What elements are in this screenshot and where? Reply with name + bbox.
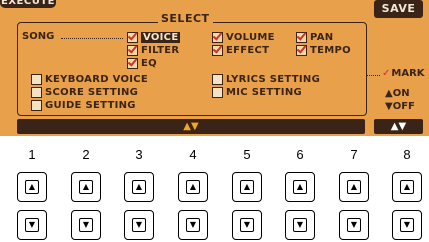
mark-text: MARK (391, 68, 425, 79)
button-number-3: 3 (135, 147, 143, 162)
voice-checkbox[interactable] (127, 31, 138, 43)
mic-setting-checkbox[interactable] (212, 86, 223, 98)
arrow-down-icon: ▼ (79, 218, 93, 232)
button-4-up[interactable]: ▲ (178, 172, 208, 202)
arrow-up-icon: ▲ (240, 180, 254, 194)
button-number-5: 5 (243, 147, 251, 162)
arrow-down-icon: ▼ (25, 218, 39, 232)
button-number-7: 7 (350, 147, 358, 162)
arrow-up-icon: ▲ (79, 180, 93, 194)
arrow-up-icon: ▲ (400, 180, 414, 194)
option-voice-label: VOICE (141, 31, 181, 43)
effect-checkbox[interactable] (212, 44, 223, 56)
button-4-down[interactable]: ▼ (178, 210, 208, 240)
arrow-down-icon: ▼ (186, 218, 200, 232)
option-voice[interactable]: VOICE (127, 31, 181, 43)
tempo-checkbox[interactable] (296, 44, 307, 56)
eq-checkbox[interactable] (127, 57, 138, 69)
guide-setting-checkbox[interactable] (31, 99, 42, 111)
option-eq-label: EQ (141, 57, 157, 69)
button-3-down[interactable]: ▼ (124, 210, 154, 240)
button-6-up[interactable]: ▲ (285, 172, 315, 202)
lcd-screen: EXECUTE SAVE SELECT SONG VOICE FILTER EQ… (0, 0, 429, 143)
button-8-up[interactable]: ▲ (392, 172, 422, 202)
song-leader-line (61, 38, 123, 39)
button-1-down[interactable]: ▼ (17, 210, 47, 240)
score-setting-checkbox[interactable] (31, 86, 42, 98)
arrow-up-icon: ▲ (347, 180, 361, 194)
option-volume[interactable]: VOLUME (212, 31, 275, 43)
button-5-up[interactable]: ▲ (232, 172, 262, 202)
mark-off-label: ▼OFF (385, 101, 415, 112)
arrow-up-icon: ▲ (293, 180, 307, 194)
button-number-2: 2 (82, 147, 90, 162)
option-keyboard-voice[interactable]: KEYBOARD VOICE (31, 73, 148, 85)
option-filter[interactable]: FILTER (127, 44, 179, 56)
option-tempo[interactable]: TEMPO (296, 44, 351, 56)
option-lyrics-setting[interactable]: LYRICS SETTING (212, 73, 320, 85)
option-mic-setting[interactable]: MIC SETTING (212, 86, 302, 98)
option-eq[interactable]: EQ (127, 57, 157, 69)
arrow-down-icon: ▼ (400, 218, 414, 232)
arrow-down-icon: ▼ (240, 218, 254, 232)
option-score-setting[interactable]: SCORE SETTING (31, 86, 138, 98)
mark-toggle-button[interactable]: ▲▼ (374, 119, 423, 134)
button-number-1: 1 (28, 147, 36, 162)
button-3-up[interactable]: ▲ (124, 172, 154, 202)
option-guide-setting-label: GUIDE SETTING (45, 99, 136, 111)
button-2-up[interactable]: ▲ (71, 172, 101, 202)
lcd-bottom-edge (0, 136, 429, 143)
option-guide-setting[interactable]: GUIDE SETTING (31, 99, 136, 111)
button-number-6: 6 (296, 147, 304, 162)
up-down-arrows-icon: ▲▼ (183, 121, 199, 132)
button-5-down[interactable]: ▼ (232, 210, 262, 240)
option-effect[interactable]: EFFECT (212, 44, 269, 56)
select-title: SELECT (158, 12, 213, 25)
option-lyrics-setting-label: LYRICS SETTING (226, 73, 321, 85)
volume-checkbox[interactable] (212, 31, 223, 43)
navigation-bar: ▲▼ (17, 119, 365, 134)
save-button[interactable]: SAVE (374, 0, 423, 18)
song-label: SONG (22, 31, 55, 42)
arrow-up-icon: ▲ (132, 180, 146, 194)
button-2-down[interactable]: ▼ (71, 210, 101, 240)
option-mic-setting-label: MIC SETTING (226, 86, 302, 98)
mark-leader-line (366, 75, 380, 76)
option-filter-label: FILTER (141, 44, 180, 56)
option-effect-label: EFFECT (226, 44, 270, 56)
arrow-down-icon: ▼ (132, 218, 146, 232)
execute-button[interactable]: EXECUTE (0, 0, 56, 8)
button-7-down[interactable]: ▼ (339, 210, 369, 240)
keyboard-voice-checkbox[interactable] (31, 73, 42, 85)
option-score-setting-label: SCORE SETTING (45, 86, 139, 98)
button-6-down[interactable]: ▼ (285, 210, 315, 240)
button-number-4: 4 (189, 147, 197, 162)
arrow-down-icon: ▼ (347, 218, 361, 232)
option-keyboard-voice-label: KEYBOARD VOICE (45, 73, 149, 85)
pan-checkbox[interactable] (296, 31, 307, 43)
option-tempo-label: TEMPO (310, 44, 351, 56)
button-1-up[interactable]: ▲ (17, 172, 47, 202)
arrow-up-icon: ▲ (186, 180, 200, 194)
button-8-down[interactable]: ▼ (392, 210, 422, 240)
lyrics-setting-checkbox[interactable] (212, 73, 223, 85)
check-mark-icon: ✓ (382, 68, 391, 79)
option-pan-label: PAN (310, 31, 334, 43)
button-number-8: 8 (403, 147, 411, 162)
arrow-up-icon: ▲ (25, 180, 39, 194)
button-7-up[interactable]: ▲ (339, 172, 369, 202)
option-pan[interactable]: PAN (296, 31, 333, 43)
filter-checkbox[interactable] (127, 44, 138, 56)
mark-on-label: ▲ON (385, 88, 410, 99)
option-volume-label: VOLUME (226, 31, 275, 43)
mark-label: ✓MARK (382, 68, 425, 79)
arrow-down-icon: ▼ (293, 218, 307, 232)
